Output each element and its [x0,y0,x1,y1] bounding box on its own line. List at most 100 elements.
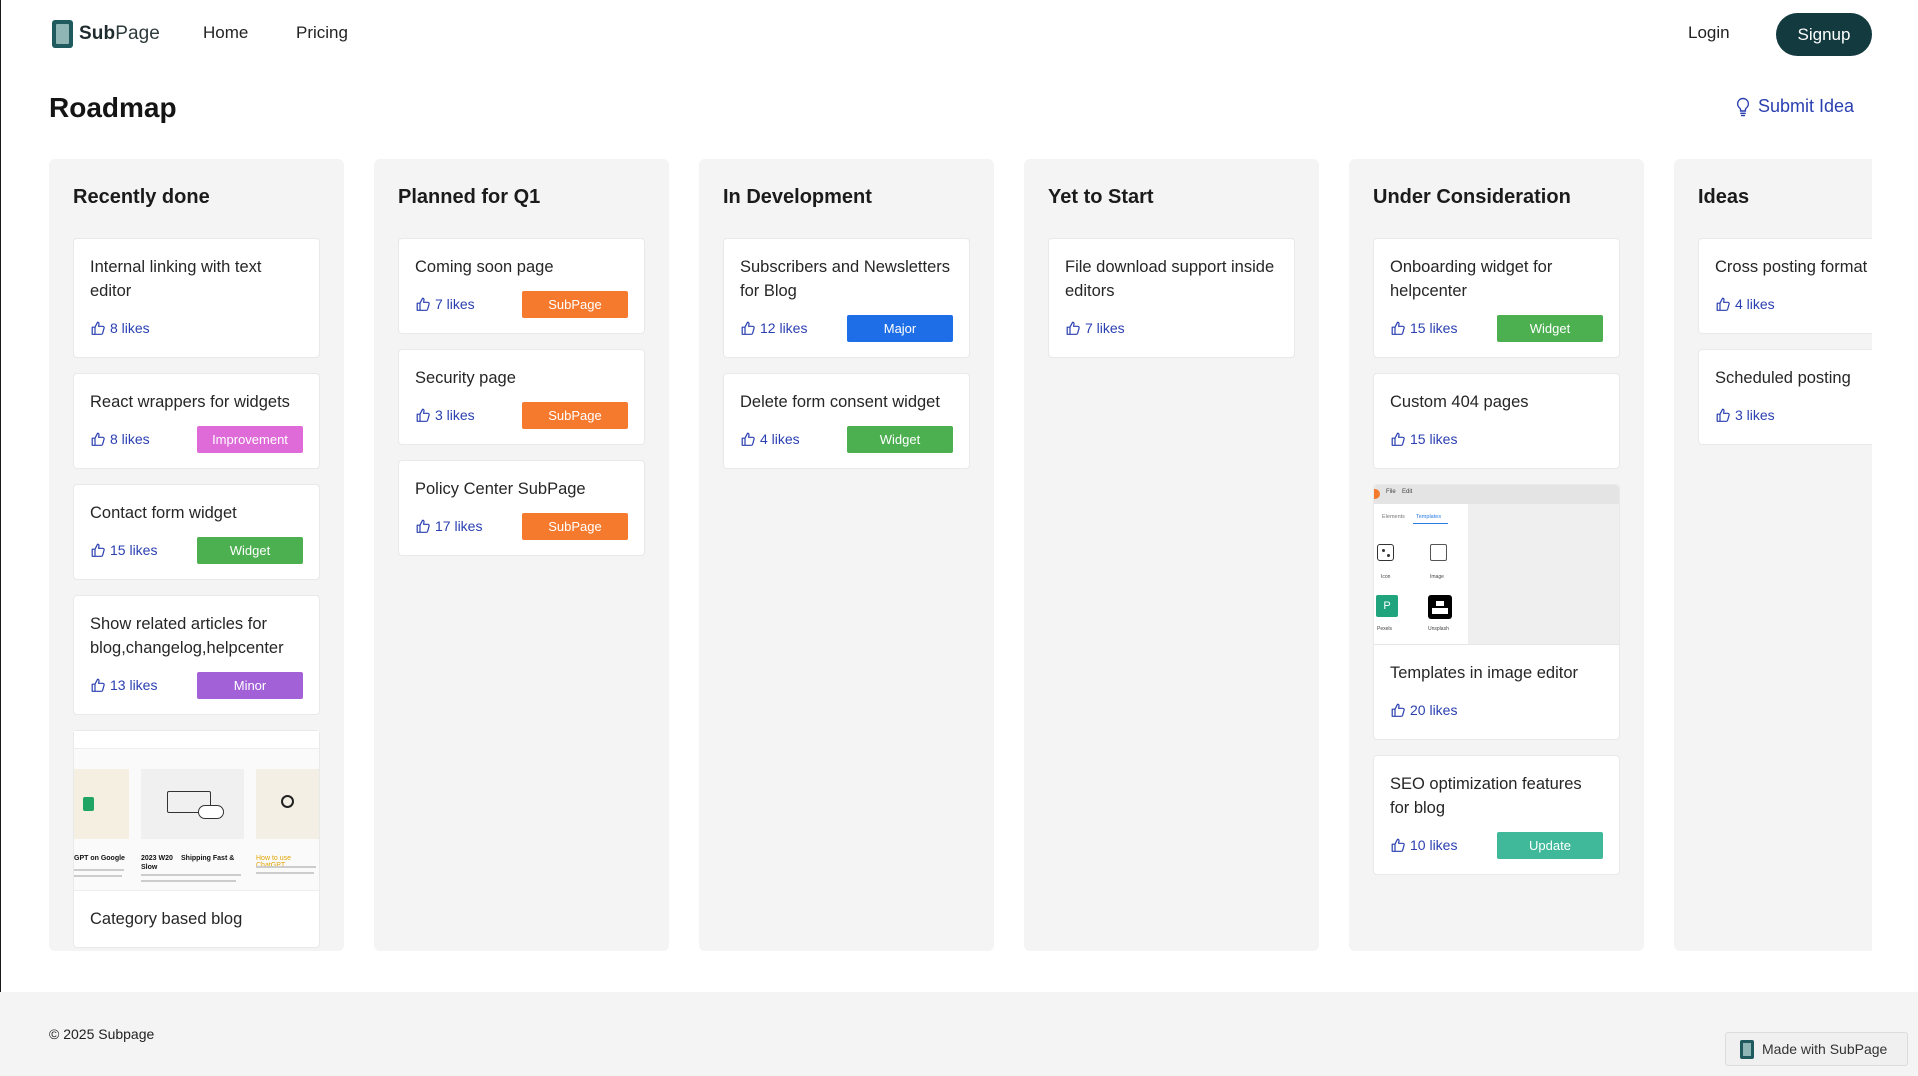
roadmap-card[interactable]: Scheduled posting 3 likes [1698,349,1872,445]
like-count: 8 likes [110,431,150,447]
page-title: Roadmap [49,92,177,123]
thumbs-up-icon [416,519,430,533]
like-button[interactable]: 8 likes [90,431,150,447]
card-title: Delete form consent widget [740,393,940,411]
column-in-development: In Development Subscribers and Newsletter… [699,159,994,951]
submit-idea-button[interactable]: Submit Idea [1736,96,1854,117]
thumbs-up-icon [1391,432,1405,446]
roadmap-card[interactable]: Onboarding widget for helpcenter 15 like… [1373,238,1620,358]
like-button[interactable]: 12 likes [740,320,807,336]
like-count: 7 likes [435,296,475,312]
like-button[interactable]: 4 likes [1715,296,1775,312]
like-count: 4 likes [1735,296,1775,312]
card-title: Cross posting format [1715,258,1868,276]
card-list: Internal linking with text editor 8 like… [73,238,320,951]
card-title: Contact form widget [90,504,237,522]
thumbs-up-icon [1716,408,1730,422]
thumbs-up-icon [1066,321,1080,335]
like-button[interactable]: 4 likes [740,431,800,447]
roadmap-card[interactable]: Custom 404 pages 15 likes [1373,373,1620,469]
thumbs-up-icon [91,543,105,557]
card-meta: 10 likes Update [1390,831,1603,859]
card-meta: 12 likes Major [740,314,953,342]
like-count: 12 likes [760,320,808,336]
roadmap-card[interactable]: Security page 3 likes SubPage [398,349,645,445]
card-meta: 7 likes [1065,315,1278,341]
roadmap-card[interactable]: File download support inside editors 7 l… [1048,238,1295,358]
column-planned-for-q1: Planned for Q1 Coming soon page 7 likes Su… [374,159,669,951]
signup-button[interactable]: Signup [1776,13,1872,56]
like-button[interactable]: 3 likes [415,407,475,423]
tag-badge: Minor [197,671,303,699]
roadmap-card[interactable]: Policy Center SubPage 17 likes SubPage [398,460,645,556]
like-button[interactable]: 3 likes [1715,407,1775,423]
roadmap-card[interactable]: Coming soon page 7 likes SubPage [398,238,645,334]
card-meta: 4 likes Widget [740,425,953,453]
roadmap-card[interactable]: Show related articles for blog,changelog… [73,595,320,715]
thumbs-up-icon [91,678,105,692]
tag-badge: SubPage [522,290,628,318]
roadmap-card[interactable]: Subscribers and Newsletters for Blog 12 … [723,238,970,358]
made-with-subpage-badge[interactable]: Made with SubPage [1725,1032,1908,1066]
like-button[interactable]: 15 likes [1390,431,1457,447]
card-meta: 8 likes [90,315,303,341]
card-title: Internal linking with text editor [90,258,262,300]
submit-idea-label: Submit Idea [1758,96,1855,116]
logo-icon [52,20,73,48]
thumbs-up-icon [91,432,105,446]
logo-icon [1740,1039,1754,1059]
roadmap-card[interactable]: Delete form consent widget 4 likes Widget [723,373,970,469]
like-button[interactable]: 15 likes [1390,320,1457,336]
logo-text-rest: Page [115,23,160,44]
card-meta: 20 likes [1390,697,1603,723]
card-meta: 15 likes Widget [90,536,303,564]
like-button[interactable]: 13 likes [90,677,157,693]
roadmap-card[interactable]: Cross posting format 4 likes [1698,238,1872,334]
like-count: 13 likes [110,677,158,693]
login-link[interactable]: Login [1688,23,1730,43]
like-button[interactable]: 17 likes [415,518,482,534]
window-edge [0,0,1,1076]
like-count: 8 likes [110,320,150,336]
copyright-text: © 2025 Subpage [49,1026,155,1042]
like-count: 3 likes [435,407,475,423]
card-meta: 15 likes [1390,426,1603,452]
roadmap-card[interactable]: Contact form widget 15 likes Widget [73,484,320,580]
column-recently-done: Recently done Internal linking with text … [49,159,344,951]
roadmap-card[interactable]: Internal linking with text editor 8 like… [73,238,320,358]
like-count: 20 likes [1410,702,1458,718]
card-title: Custom 404 pages [1390,393,1529,411]
column-title: Ideas [1698,186,1750,208]
roadmap-card[interactable]: File Edit Elements Templates Icon Image … [1373,484,1620,740]
like-button[interactable]: 8 likes [90,320,150,336]
brand-logo[interactable]: SubPage [52,20,160,48]
card-title: React wrappers for widgets [90,393,290,411]
like-button[interactable]: 7 likes [1065,320,1125,336]
tag-badge: Widget [197,536,303,564]
card-meta: 8 likes Improvement [90,425,303,453]
roadmap-card[interactable]: React wrappers for widgets 8 likes Improv… [73,373,320,469]
card-meta: 3 likes [1715,402,1872,428]
like-button[interactable]: 20 likes [1390,702,1457,718]
thumbs-up-icon [1391,838,1405,852]
thumbs-up-icon [416,408,430,422]
card-title: Templates in image editor [1390,664,1579,682]
card-list: Coming soon page 7 likes SubPage Security … [398,238,645,571]
made-with-label: Made with SubPage [1762,1041,1888,1057]
nav-pricing-link[interactable]: Pricing [296,23,348,43]
roadmap-card[interactable]: GPT on Google 2023 W20 Shipping Fast & S… [73,730,320,948]
roadmap-board[interactable]: Recently done Internal linking with text … [49,159,1872,951]
like-button[interactable]: 15 likes [90,542,157,558]
card-title: Coming soon page [415,258,554,276]
card-title: Scheduled posting [1715,369,1851,387]
like-count: 15 likes [1410,431,1458,447]
blog-preview-screenshot: GPT on Google 2023 W20 Shipping Fast & S… [74,731,319,891]
roadmap-card[interactable]: SEO optimization features for blog 10 li… [1373,755,1620,875]
nav-home-link[interactable]: Home [203,23,248,43]
column-under-consideration: Under Consideration Onboarding widget for… [1349,159,1644,951]
like-button[interactable]: 7 likes [415,296,475,312]
card-title: Subscribers and Newsletters for Blog [740,258,951,300]
like-button[interactable]: 10 likes [1390,837,1457,853]
tag-badge: Widget [1497,314,1603,342]
card-title: File download support inside editors [1065,258,1275,300]
